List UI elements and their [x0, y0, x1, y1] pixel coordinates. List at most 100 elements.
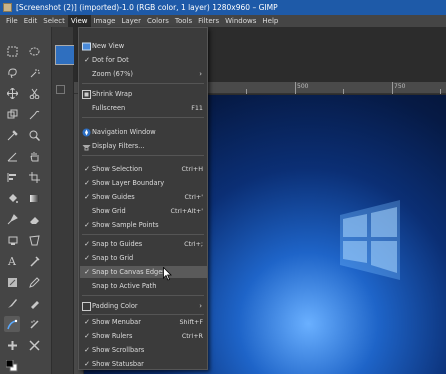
color-picker-tool-icon[interactable]	[4, 127, 20, 143]
menu-item-show-statusbar[interactable]: ✓ Show Statusbar	[80, 358, 207, 370]
checkmark-icon: ✓	[84, 318, 90, 326]
warp-tool-icon[interactable]	[26, 106, 42, 122]
toolbox: A	[0, 27, 52, 374]
transform-tool-icon[interactable]	[4, 106, 20, 122]
smudge-tool-icon[interactable]	[4, 274, 20, 290]
airbrush-tool-icon[interactable]	[26, 316, 42, 332]
ruler-major-tick	[295, 82, 296, 94]
shortcut-label: Ctrl+;	[184, 240, 203, 248]
ruler-label-750: 750	[394, 83, 406, 90]
menu-item-dot-for-dot[interactable]: ✓ Dot for Dot	[80, 54, 207, 66]
menu-item-fullscreen[interactable]: Fullscreen F11	[80, 102, 207, 114]
menu-item-show-layer-boundary[interactable]: ✓ Show Layer Boundary	[80, 177, 207, 189]
eraser-tool-icon[interactable]	[26, 211, 42, 227]
free-select-tool-icon[interactable]	[4, 64, 20, 80]
crop-tool-icon[interactable]	[26, 169, 42, 185]
menu-item-snap-to-active-path[interactable]: Snap to Active Path	[80, 280, 207, 292]
menu-windows[interactable]: Windows	[222, 15, 259, 27]
menu-help[interactable]: Help	[259, 15, 281, 27]
menu-view[interactable]: View	[67, 15, 91, 27]
menu-item-show-selection[interactable]: ✓ Show Selection Ctrl+H	[80, 163, 207, 175]
menu-item-snap-to-guides[interactable]: ✓ Snap to Guides Ctrl+;	[80, 238, 207, 250]
cage-transform-tool-icon[interactable]	[26, 337, 42, 353]
ellipse-select-tool-icon[interactable]	[26, 43, 42, 59]
ruler-minor-tick	[343, 89, 344, 94]
pencil-tool-icon[interactable]	[26, 274, 42, 290]
menu-item-snap-to-canvas-edges[interactable]: ✓ Snap to Canvas Edges	[80, 266, 207, 278]
image-dock-strip	[52, 27, 74, 374]
checkmark-icon: ✓	[84, 332, 90, 340]
bucket-fill-tool-icon[interactable]	[4, 190, 20, 206]
menu-item-show-menubar[interactable]: ✓ Show Menubar Shift+F	[80, 316, 207, 328]
menu-item-display-filters[interactable]: Display Filters...	[80, 140, 207, 152]
menu-layer[interactable]: Layer	[118, 15, 144, 27]
window-title: [Screenshot (2)] (imported)-1.0 (RGB col…	[16, 3, 278, 12]
align-tool-icon[interactable]	[4, 169, 20, 185]
menu-item-snap-to-grid[interactable]: ✓ Snap to Grid	[80, 252, 207, 264]
cut-tool-icon[interactable]	[26, 85, 42, 101]
menu-file[interactable]: File	[3, 15, 21, 27]
text-tool-icon[interactable]: A	[4, 253, 20, 269]
dodge-burn-tool-icon[interactable]	[26, 253, 42, 269]
pan-hand-tool-icon[interactable]	[26, 148, 42, 164]
menu-item-new-view[interactable]: New View	[80, 40, 207, 52]
submenu-arrow-icon: ›	[199, 302, 202, 310]
menu-tools[interactable]: Tools	[172, 15, 195, 27]
checkmark-icon: ✓	[84, 165, 90, 173]
menu-item-shrink-wrap[interactable]: Shrink Wrap	[80, 88, 207, 100]
rect-select-tool-icon[interactable]	[4, 43, 20, 59]
menu-item-show-scrollbars[interactable]: ✓ Show Scrollbars	[80, 344, 207, 356]
ink-tool-icon[interactable]	[26, 295, 42, 311]
move-tool-icon[interactable]	[4, 85, 20, 101]
submenu-arrow-icon: ›	[199, 70, 202, 78]
view-menu-dropdown: New View ✓ Dot for Dot Zoom (67%) › Shri…	[78, 27, 208, 370]
checkmark-icon: ✓	[84, 254, 90, 262]
menu-separator	[82, 295, 204, 296]
perspective-clone-tool-icon[interactable]	[26, 232, 42, 248]
title-bar: [Screenshot (2)] (imported)-1.0 (RGB col…	[0, 0, 446, 15]
ruler-label-500: 500	[297, 83, 309, 90]
ruler-major-tick	[392, 82, 393, 94]
path-tool-icon[interactable]	[4, 316, 20, 332]
fuzzy-select-tool-icon[interactable]	[26, 64, 42, 80]
measure-tool-icon[interactable]	[4, 148, 20, 164]
ruler-minor-tick	[440, 89, 441, 94]
menu-filters[interactable]: Filters	[195, 15, 222, 27]
checkmark-icon: ✓	[84, 240, 90, 248]
foreground-background-colors-icon[interactable]	[4, 358, 20, 374]
menu-item-show-guides[interactable]: ✓ Show Guides Ctrl+'	[80, 191, 207, 203]
navigation-icon	[82, 128, 91, 136]
menu-item-show-rulers[interactable]: ✓ Show Rulers Ctrl+R	[80, 330, 207, 342]
dock-menu-button-icon[interactable]	[56, 85, 65, 94]
menu-item-show-grid[interactable]: Show Grid Ctrl+Alt+'	[80, 205, 207, 217]
menu-separator	[82, 234, 204, 235]
menu-item-zoom[interactable]: Zoom (67%) ›	[80, 68, 207, 80]
menu-item-navigation-window[interactable]: Navigation Window	[80, 126, 207, 138]
menu-colors[interactable]: Colors	[144, 15, 172, 27]
zoom-tool-icon[interactable]	[26, 127, 42, 143]
image-tab-thumbnail[interactable]	[55, 45, 75, 65]
menu-edit[interactable]: Edit	[21, 15, 41, 27]
padding-color-icon	[82, 301, 91, 311]
brush-tool-icon[interactable]	[4, 295, 20, 311]
checkmark-icon: ✓	[84, 193, 90, 201]
menu-image[interactable]: Image	[91, 15, 119, 27]
shortcut-label: Ctrl+Alt+'	[170, 207, 204, 215]
shortcut-label: Ctrl+'	[184, 193, 203, 201]
menu-select[interactable]: Select	[40, 15, 68, 27]
checkmark-icon: ✓	[84, 346, 90, 354]
menu-separator	[82, 83, 204, 84]
gimp-app-icon	[3, 3, 12, 12]
menu-item-show-sample-points[interactable]: ✓ Show Sample Points	[80, 219, 207, 231]
menu-separator	[82, 117, 204, 118]
heal-tool-icon[interactable]	[4, 337, 20, 353]
menu-separator	[82, 314, 204, 315]
menu-item-padding-color[interactable]: Padding Color ›	[80, 300, 207, 312]
paintbrush-tool-icon[interactable]	[4, 211, 20, 227]
gradient-tool-icon[interactable]	[26, 190, 42, 206]
windows-logo-light-icon	[340, 200, 400, 280]
clone-tool-icon[interactable]	[4, 232, 20, 248]
ruler-minor-tick	[246, 89, 247, 94]
checkmark-icon: ✓	[84, 360, 90, 368]
menu-bar: File Edit Select View Image Layer Colors…	[0, 15, 446, 27]
